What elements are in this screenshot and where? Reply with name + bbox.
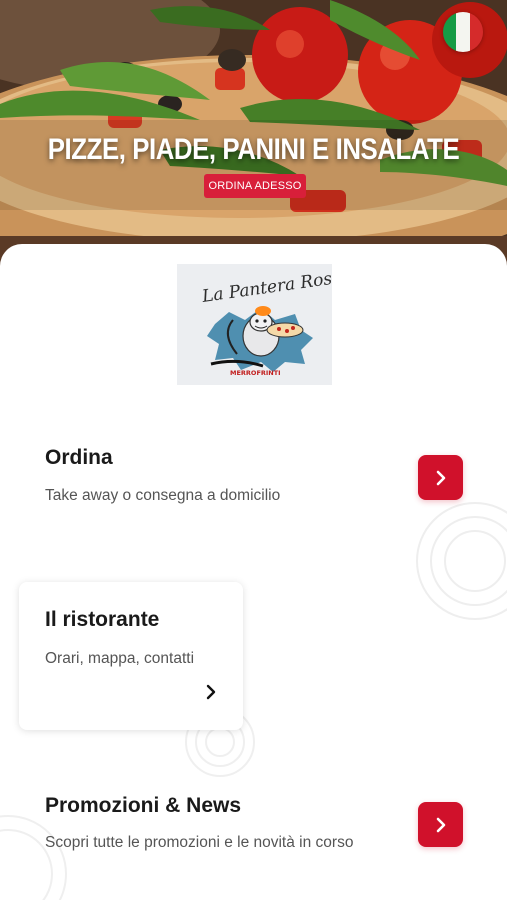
order-now-button[interactable]: ORDINA ADESSO — [204, 174, 306, 198]
promozioni-arrow-button[interactable] — [418, 802, 463, 847]
hero-banner: PIZZE, PIADE, PANINI E INSALATE ORDINA A… — [0, 0, 507, 282]
svg-text:La Pantera Rosa: La Pantera Rosa — [200, 268, 332, 308]
chevron-right-icon[interactable] — [204, 684, 218, 700]
ristorante-card[interactable]: Il ristorante Orari, mappa, contatti — [19, 582, 243, 730]
svg-text:MERROFRINTI: MERROFRINTI — [230, 369, 281, 377]
italy-flag-icon[interactable] — [443, 12, 483, 52]
ordina-arrow-button[interactable] — [418, 455, 463, 500]
content-sheet: La Pantera Rosa MERROFRINTI Ordina Take … — [0, 244, 507, 900]
ristorante-title: Il ristorante — [45, 608, 160, 631]
ordina-subtitle: Take away o consegna a domicilio — [45, 487, 281, 504]
ristorante-subtitle: Orari, mappa, contatti — [45, 650, 195, 667]
promozioni-subtitle: Scopri tutte le promozioni e le novità i… — [45, 834, 354, 851]
restaurant-logo: La Pantera Rosa MERROFRINTI — [177, 264, 343, 385]
ordina-title: Ordina — [45, 446, 113, 469]
chevron-right-icon — [436, 817, 445, 832]
hero-title: PIZZE, PIADE, PANINI E INSALATE — [47, 133, 460, 166]
chevron-right-icon — [436, 470, 445, 485]
promozioni-title: Promozioni & News — [45, 794, 242, 817]
decor-circles-icon — [416, 502, 507, 620]
